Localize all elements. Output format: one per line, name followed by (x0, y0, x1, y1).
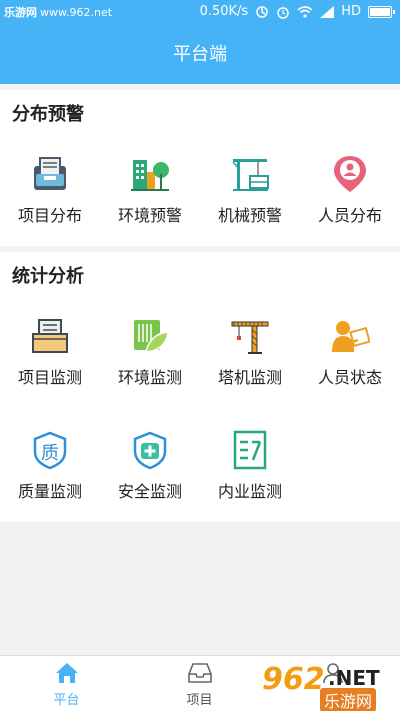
tab-project[interactable]: 项目 (133, 656, 266, 711)
inbox-icon (188, 662, 212, 684)
grid-item-label: 人员状态 (317, 368, 382, 387)
personnel-status-icon (330, 316, 371, 356)
grid-item-label: 人员分布 (317, 206, 382, 225)
stats-section: 统计分析 项目监测 环境监测 塔机监测 人员状态 质 质量监测 安全监测 内业监… (0, 252, 400, 522)
network-type: HD (341, 4, 361, 19)
sync-icon (255, 5, 269, 19)
watermark-url: www.962.net (40, 5, 113, 19)
grid-item-label: 塔机监测 (217, 368, 282, 387)
watermark-number: 962 (262, 662, 325, 697)
signal-icon (320, 5, 335, 18)
grid-item-label: 项目监测 (17, 368, 82, 387)
status-watermark: 乐游网 www.962.net (4, 4, 112, 20)
grid-item-project-monitor[interactable]: 项目监测 (0, 316, 100, 406)
grid-item-tower-crane[interactable]: 塔机监测 (200, 316, 300, 406)
watermark-site-name: 乐游网 (4, 6, 37, 19)
network-speed: 0.50K/s (199, 4, 249, 19)
grid-item-environment-warning[interactable]: 环境预警 (100, 154, 200, 244)
quality-icon: 质 (30, 430, 70, 470)
alarm-icon (276, 5, 290, 19)
tab-label: 项目 (186, 693, 213, 708)
grid-item-safety[interactable]: 安全监测 (100, 430, 200, 520)
grid-item-label: 内业监测 (217, 482, 282, 501)
watermark-suffix: .NET (328, 666, 380, 690)
internal-document-icon (230, 430, 270, 470)
grid-item-label: 安全监测 (117, 482, 182, 501)
stats-section-title: 统计分析 (12, 266, 84, 287)
project-distribution-icon (30, 154, 70, 194)
grid-item-label: 项目分布 (17, 206, 82, 225)
grid-item-environment-monitor[interactable]: 环境监测 (100, 316, 200, 406)
safety-shield-icon (130, 430, 170, 470)
status-indicators: 0.50K/s HD (199, 4, 395, 19)
warning-section-title: 分布预警 (12, 104, 84, 125)
grid-item-project-distribution[interactable]: 项目分布 (0, 154, 100, 244)
grid-item-label: 环境预警 (117, 206, 182, 225)
wifi-icon (297, 5, 313, 18)
grid-item-personnel-distribution[interactable]: 人员分布 (300, 154, 400, 244)
personnel-distribution-icon (330, 154, 370, 194)
grid-item-label: 质量监测 (17, 482, 82, 501)
project-monitor-icon (30, 316, 70, 356)
tab-platform[interactable]: 平台 (0, 656, 133, 711)
warning-section: 分布预警 项目分布 环境预警 机械预警 人员分布 (0, 90, 400, 246)
grid-item-label: 机械预警 (217, 206, 282, 225)
grid-item-machinery-warning[interactable]: 机械预警 (200, 154, 300, 244)
environment-warning-icon (130, 154, 170, 194)
status-bar: 乐游网 www.962.net 0.50K/s HD (0, 0, 400, 25)
tower-crane-icon (230, 316, 270, 356)
watermark-site: 乐游网 (320, 688, 377, 711)
page-title: 平台端 (173, 44, 227, 65)
grid-item-label: 环境监测 (117, 368, 182, 387)
site-watermark: 962 .NET 乐游网 (262, 662, 398, 711)
machinery-warning-icon (230, 154, 270, 194)
environment-monitor-icon (130, 316, 170, 356)
svg-text:质: 质 (41, 443, 59, 464)
app-header: 乐游网 www.962.net 0.50K/s HD 平台端 (0, 0, 400, 84)
tab-label: 平台 (53, 693, 80, 708)
home-icon (55, 662, 79, 684)
battery-icon (368, 5, 395, 18)
grid-item-personnel-status[interactable]: 人员状态 (300, 316, 400, 406)
grid-item-internal-document[interactable]: 内业监测 (200, 430, 300, 520)
grid-item-quality[interactable]: 质 质量监测 (0, 430, 100, 520)
